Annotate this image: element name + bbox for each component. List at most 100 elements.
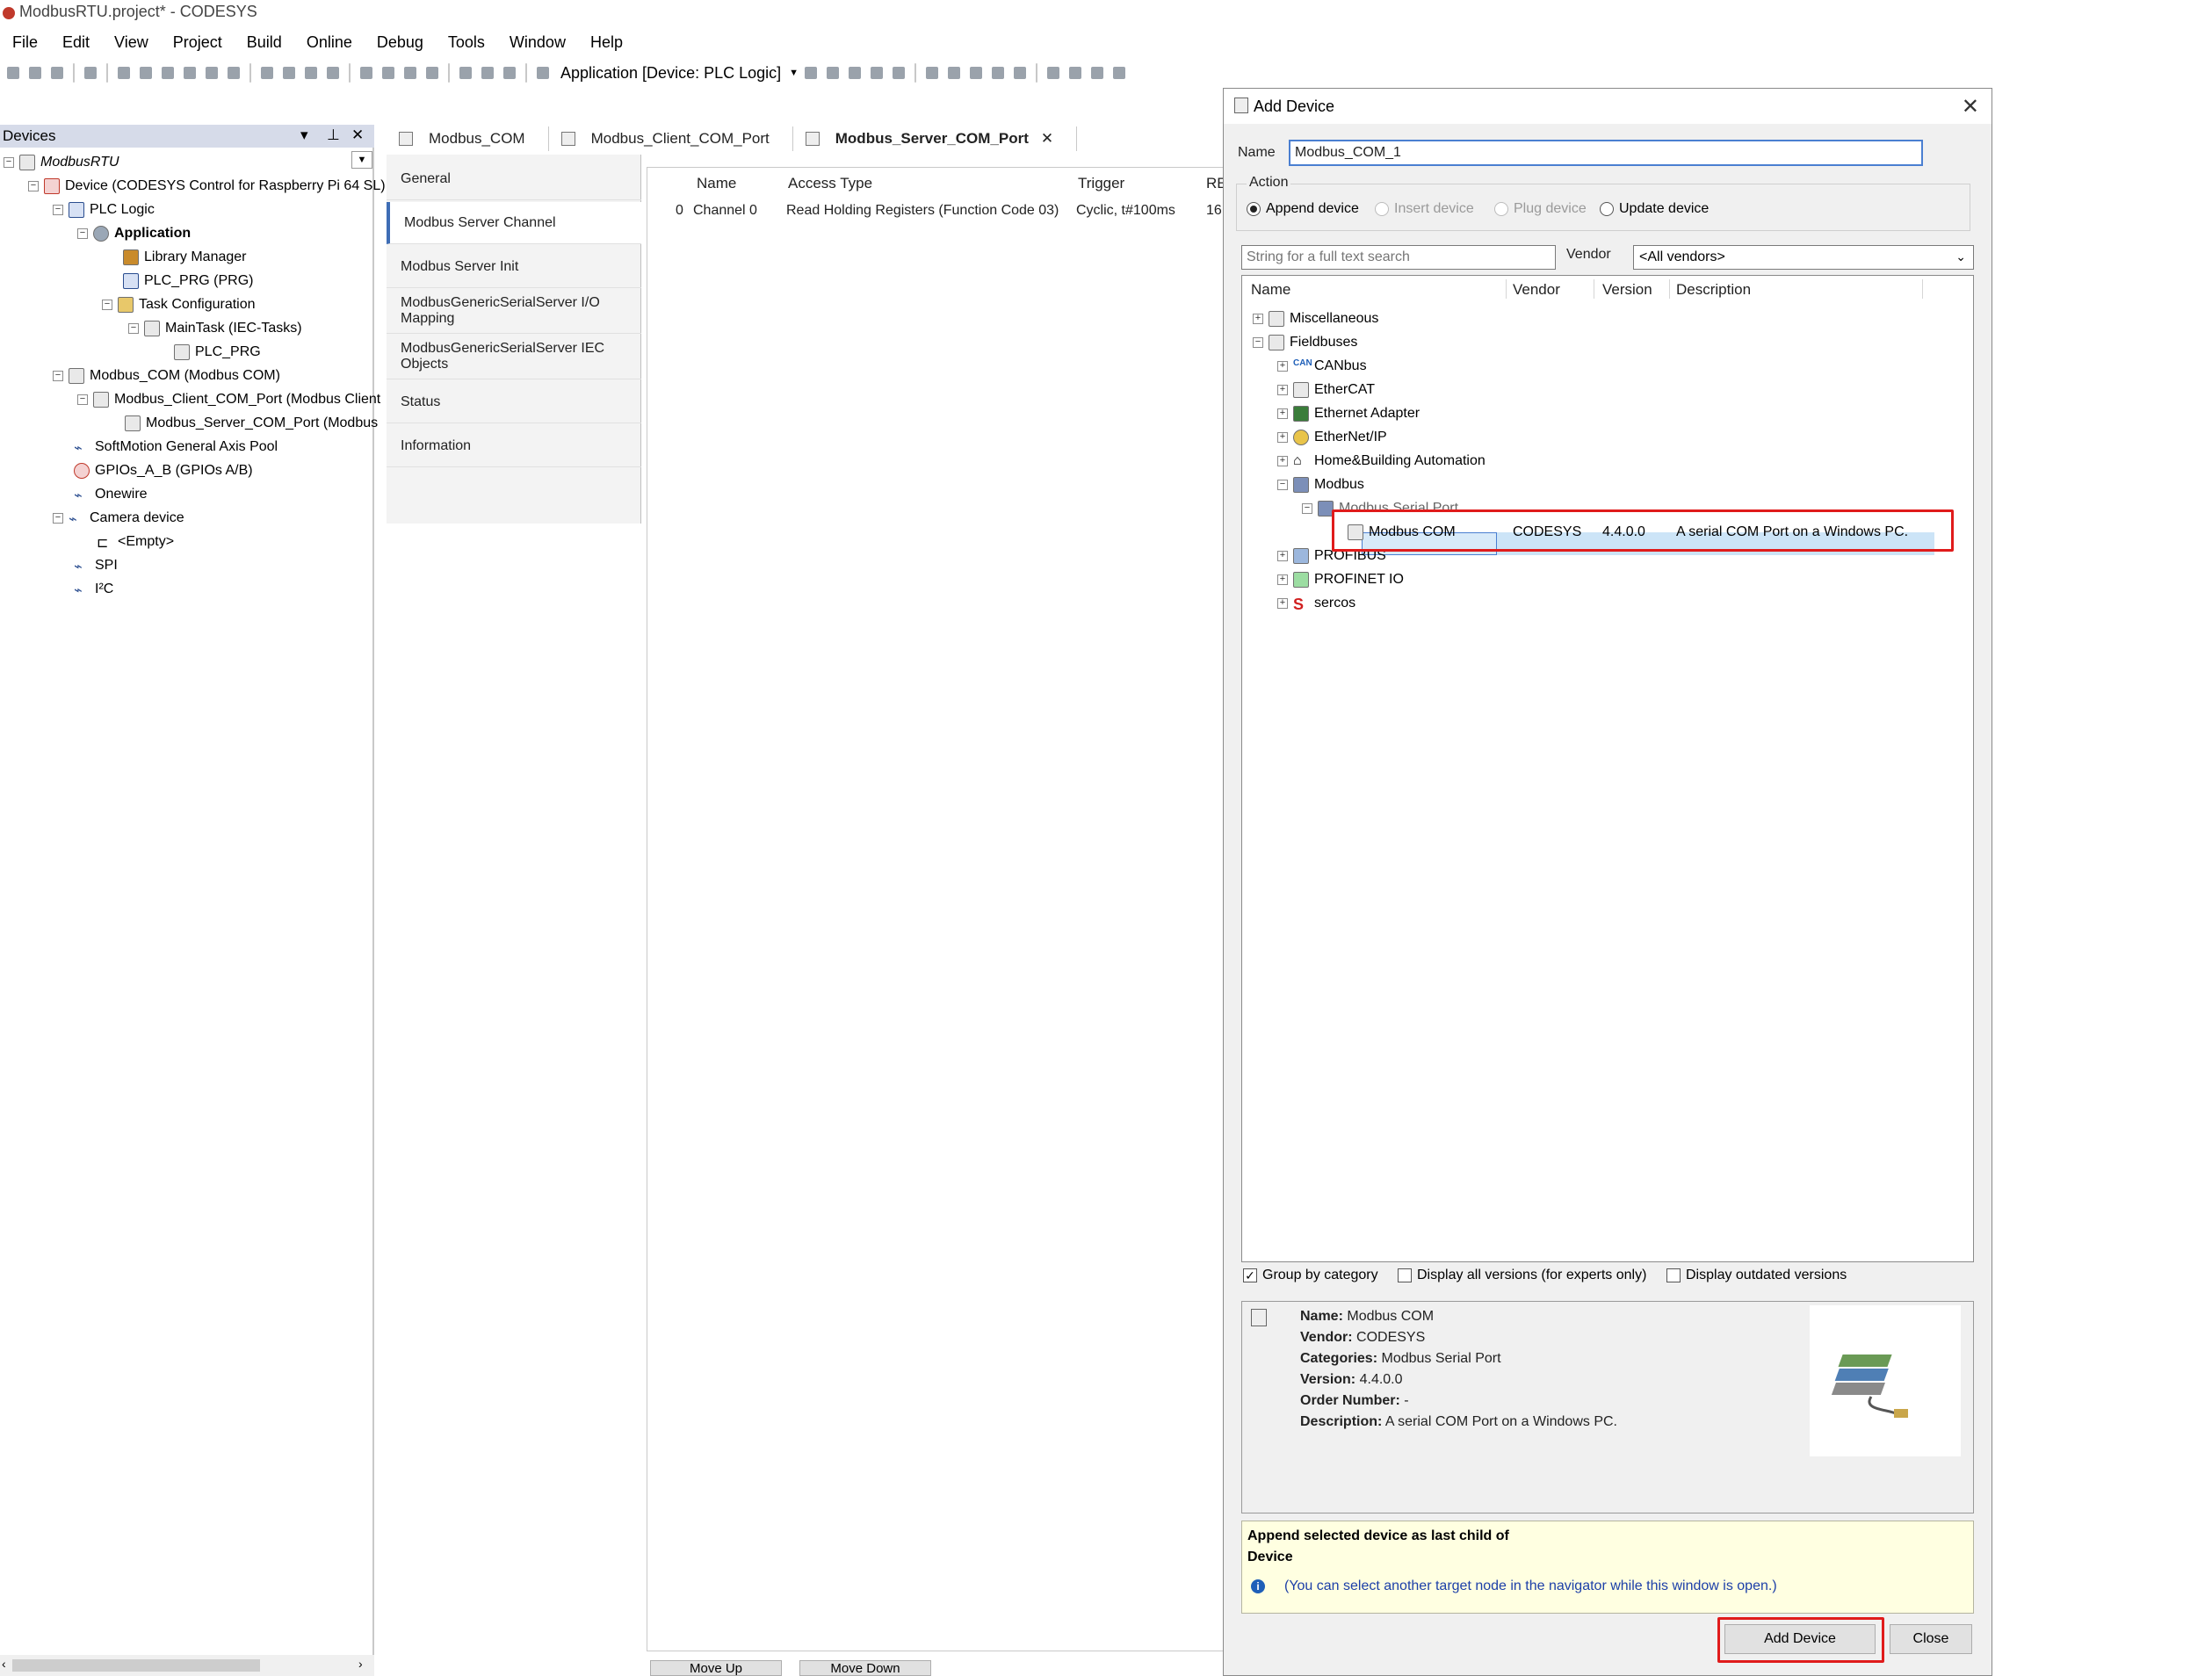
radio-append-device[interactable]: Append device [1247,201,1359,217]
open-folder-icon[interactable] [25,63,45,83]
column-header-trigger[interactable]: Trigger [1078,175,1124,192]
catalog-node-miscellaneous[interactable]: + Miscellaneous [1253,307,1378,330]
menu-window[interactable]: Window [497,33,578,52]
collapse-icon[interactable]: − [1253,337,1263,348]
search-input[interactable] [1241,245,1556,270]
tree-node-modbus-server[interactable]: Modbus_Server_COM_Port (Modbus [125,412,378,435]
tree-node-plc-prg-call[interactable]: PLC_PRG [174,341,261,364]
tree-node-gpios[interactable]: GPIOs_A_B (GPIOs A/B) [74,459,253,482]
devices-dropdown-button[interactable]: ▼ [351,151,372,169]
expand-icon[interactable]: + [1277,432,1288,443]
close-icon[interactable]: ✕ [351,126,364,144]
group-by-category-checkbox[interactable]: ✓ Group by category [1243,1268,1378,1283]
expand-icon[interactable]: + [1277,361,1288,372]
bookmark-prev-icon[interactable] [379,63,398,83]
nav-iec-objects[interactable]: ModbusGenericSerialServer IEC Objects [387,336,641,379]
bookmark-next-icon[interactable] [401,63,420,83]
tree-node-i2c[interactable]: ⌁ I²C [74,578,113,601]
menu-online[interactable]: Online [294,33,365,52]
catalog-node-ethernet-ip[interactable]: + EtherNet/IP [1277,426,1387,449]
nav-io-mapping[interactable]: ModbusGenericSerialServer I/O Mapping [387,290,641,334]
step-over-icon[interactable] [922,63,942,83]
tree-node-library-manager[interactable]: Library Manager [123,246,247,269]
cut-icon[interactable] [158,63,177,83]
device-name-input[interactable] [1289,140,1923,166]
collapse-icon[interactable]: − [53,513,63,524]
column-header-access-type[interactable]: Access Type [788,175,872,192]
scroll-right-icon[interactable]: › [358,1657,363,1671]
find-all-icon[interactable] [301,63,321,83]
step-into-icon[interactable] [944,63,964,83]
collapse-icon[interactable]: − [77,394,88,405]
find-icon[interactable] [257,63,277,83]
save-icon[interactable] [47,63,67,83]
expand-icon[interactable]: + [1277,385,1288,395]
display-all-versions-checkbox[interactable]: Display all versions (for experts only) [1398,1268,1646,1283]
bookmark-icon[interactable] [357,63,376,83]
column-header-description[interactable]: Description [1676,281,1751,299]
column-header-name[interactable]: Name [697,175,736,192]
redo-icon[interactable] [136,63,155,83]
menu-project[interactable]: Project [161,33,235,52]
tab-modbus-com[interactable]: Modbus_COM [387,126,549,151]
horizontal-scrollbar[interactable]: ‹ › [0,1655,374,1676]
nav-information[interactable]: Information [387,425,641,467]
force-values-icon[interactable] [1066,63,1085,83]
menu-file[interactable]: File [0,33,50,52]
pane-menu-icon[interactable]: ▾ [300,126,308,144]
collapse-icon[interactable]: − [1302,503,1312,514]
print-icon[interactable] [81,63,100,83]
tree-node-softmotion[interactable]: ⌁ SoftMotion General Axis Pool [74,436,278,459]
close-tab-icon[interactable]: ✕ [1041,130,1053,148]
menu-edit[interactable]: Edit [50,33,102,52]
expand-icon[interactable]: + [1277,574,1288,585]
menu-view[interactable]: View [102,33,161,52]
start-icon[interactable] [845,63,864,83]
catalog-node-ethernet-adapter[interactable]: + Ethernet Adapter [1277,402,1420,425]
column-header-version[interactable]: Version [1602,281,1652,299]
build-icon[interactable] [456,63,475,83]
vendor-select[interactable]: <All vendors> ⌄ [1633,245,1974,270]
bookmark-clear-icon[interactable] [423,63,442,83]
tree-node-project[interactable]: − ModbusRTU [4,151,119,174]
replace-icon[interactable] [279,63,299,83]
tree-node-camera[interactable]: − ⌁ Camera device [53,507,184,530]
tree-node-plc-logic[interactable]: − PLC Logic [53,199,155,221]
flow-control-icon[interactable] [1110,63,1129,83]
tab-modbus-client-com-port[interactable]: Modbus_Client_COM_Port [549,126,793,151]
expand-icon[interactable]: + [1253,314,1263,324]
collapse-icon[interactable]: − [1277,480,1288,490]
scroll-left-icon[interactable]: ‹ [2,1657,6,1671]
generate-code-icon[interactable] [478,63,497,83]
catalog-node-modbus[interactable]: − Modbus [1277,473,1364,496]
close-icon[interactable]: ✕ [1962,94,1979,119]
collapse-icon[interactable]: − [28,181,39,191]
collapse-icon[interactable]: − [53,371,63,381]
scrollbar-thumb[interactable] [12,1659,260,1672]
replace-all-icon[interactable] [323,63,343,83]
tab-modbus-server-com-port[interactable]: Modbus_Server_COM_Port ✕ [793,126,1078,151]
tree-node-empty-slot[interactable]: ⊏ <Empty> [97,531,174,553]
collapse-icon[interactable]: − [53,205,63,215]
tree-node-maintask[interactable]: − MainTask (IEC-Tasks) [128,317,302,340]
delete-icon[interactable] [224,63,243,83]
active-application-select[interactable]: Application [Device: PLC Logic] [560,64,781,83]
menu-debug[interactable]: Debug [365,33,436,52]
catalog-node-ethercat[interactable]: + EtherCAT [1277,379,1375,401]
unforce-icon[interactable] [1088,63,1107,83]
catalog-node-sercos[interactable]: + Ssercos [1277,592,1355,615]
collapse-icon[interactable]: − [128,323,139,334]
export-icon[interactable] [500,63,519,83]
login-icon[interactable] [801,63,820,83]
nav-modbus-server-init[interactable]: Modbus Server Init [387,246,641,288]
nav-modbus-server-channel[interactable]: Modbus Server Channel [387,202,641,244]
catalog-node-profinet[interactable]: + PROFINET IO [1277,568,1404,591]
stop-icon[interactable] [867,63,886,83]
nav-general[interactable]: General [387,158,641,200]
tree-node-plc-prg[interactable]: PLC_PRG (PRG) [123,270,253,293]
column-header-name[interactable]: Name [1251,281,1290,299]
menu-help[interactable]: Help [578,33,635,52]
catalog-node-home-building[interactable]: + ⌂ Home&Building Automation [1277,450,1486,473]
display-outdated-versions-checkbox[interactable]: Display outdated versions [1666,1268,1847,1283]
column-header-vendor[interactable]: Vendor [1513,281,1560,299]
